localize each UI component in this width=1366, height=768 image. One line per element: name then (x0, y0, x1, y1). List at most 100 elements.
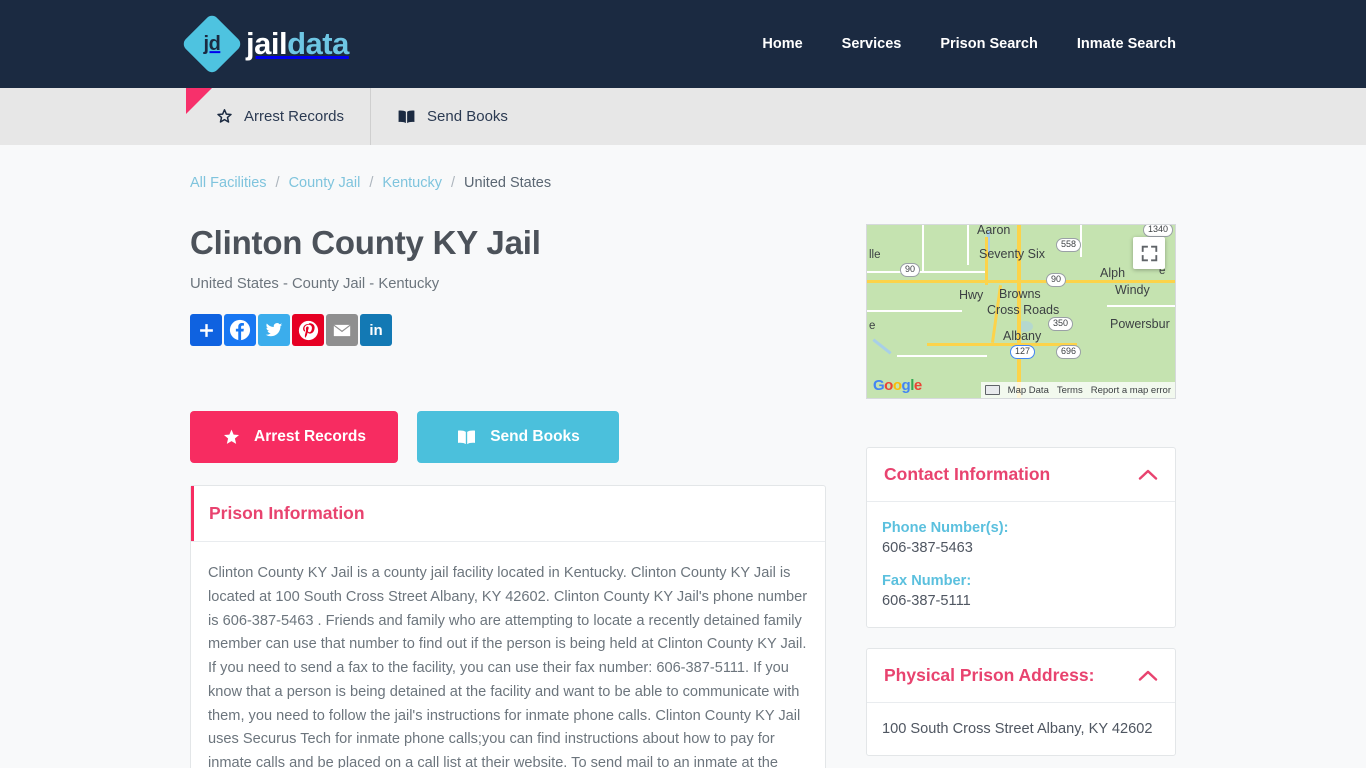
map-route-shield: 696 (1056, 345, 1082, 359)
map-label: Hwy (959, 288, 984, 302)
prison-information-text: Clinton County KY Jail is a county jail … (208, 565, 808, 768)
breadcrumb-item-kentucky[interactable]: Kentucky (382, 175, 442, 191)
breadcrumb-separator: / (369, 175, 374, 191)
jd-diamond-logo-icon: jd (180, 12, 244, 76)
breadcrumb-item-all-facilities[interactable]: All Facilities (190, 175, 267, 191)
prison-information-card: Prison Information Clinton County KY Jai… (190, 485, 826, 768)
subnav-label-send-books: Send Books (427, 108, 508, 125)
brand-mark-text: jd (203, 32, 221, 55)
subnav-item-send-books[interactable]: Send Books (371, 88, 534, 145)
subnav-item-arrest-records[interactable]: Arrest Records (190, 88, 372, 145)
chevron-up-icon[interactable] (1138, 468, 1158, 481)
map-label: Windy (1115, 283, 1150, 297)
keyboard-shortcuts-icon[interactable] (984, 385, 1000, 395)
pinterest-icon (298, 320, 318, 340)
physical-address-value: 100 South Cross Street Albany, KY 42602 (882, 721, 1153, 737)
linkedin-share-icon[interactable]: in (360, 314, 392, 346)
brand-name-second: data (287, 26, 349, 61)
map-road (967, 225, 969, 265)
physical-address-heading: Physical Prison Address: (884, 665, 1095, 685)
breadcrumb-separator: / (451, 175, 456, 191)
star-icon (223, 429, 240, 444)
map-road (1107, 305, 1175, 307)
location-map[interactable]: lle Aaron Seventy Six Hwy Browns Cross R… (866, 224, 1176, 399)
breadcrumb-item-county-jail[interactable]: County Jail (289, 175, 361, 191)
map-road (897, 355, 987, 357)
map-label: Powersbur (1110, 317, 1170, 331)
social-share-bar: in (190, 314, 826, 346)
contact-information-card: Contact Information Phone Number(s): 606… (866, 447, 1176, 628)
map-label: lle (869, 249, 881, 261)
main-navigation: Home Services Prison Search Inmate Searc… (762, 36, 1176, 52)
prison-information-card-header: Prison Information (191, 486, 825, 542)
phone-number-value: 606-387-5463 (882, 540, 973, 556)
nav-item-services[interactable]: Services (842, 36, 902, 52)
map-label: Albany (1003, 329, 1042, 343)
send-books-button[interactable]: Send Books (417, 411, 619, 463)
subnav-label-arrest-records: Arrest Records (244, 108, 345, 125)
sidebar-column: lle Aaron Seventy Six Hwy Browns Cross R… (866, 224, 1176, 768)
map-label: Alph (1100, 266, 1126, 280)
secondary-navigation: Arrest Records Send Books (0, 88, 1366, 145)
nav-item-prison-search[interactable]: Prison Search (940, 36, 1038, 52)
breadcrumb-separator: / (275, 175, 280, 191)
physical-address-card-header[interactable]: Physical Prison Address: (867, 649, 1175, 703)
map-route-shield: 90 (900, 263, 921, 277)
physical-address-card-body: 100 South Cross Street Albany, KY 42602 (867, 703, 1175, 755)
map-label: e (869, 320, 876, 332)
prison-information-heading: Prison Information (209, 503, 365, 523)
content-columns: Clinton County KY Jail United States - C… (190, 224, 1176, 768)
pinterest-share-icon[interactable] (292, 314, 324, 346)
map-road (867, 310, 962, 312)
map-route-shield: 1340 (1143, 225, 1174, 237)
nav-item-inmate-search[interactable]: Inmate Search (1077, 36, 1176, 52)
brand-logo[interactable]: jd jaildata (180, 12, 349, 76)
book-icon (398, 110, 415, 123)
prison-information-card-body: Clinton County KY Jail is a county jail … (191, 542, 825, 768)
brand-wordmark: jaildata (246, 26, 349, 62)
cta-button-group: Arrest Records Send Books (190, 411, 826, 463)
site-header: jd jaildata Home Services Prison Search … (0, 0, 1366, 88)
email-share-icon[interactable] (326, 314, 358, 346)
twitter-share-icon[interactable] (258, 314, 290, 346)
map-footer: Map Data Terms Report a map error (980, 382, 1175, 398)
chevron-up-icon[interactable] (1138, 669, 1158, 682)
map-route-shield: 350 (1048, 317, 1074, 331)
map-highway (985, 237, 988, 285)
map-route-shield: 127 (1010, 345, 1036, 359)
map-label: Cross Roads (987, 303, 1060, 317)
star-icon (217, 109, 232, 123)
expand-corners-icon (1141, 245, 1157, 261)
addthis-share-icon[interactable] (190, 314, 222, 346)
map-route-shield: 90 (1046, 273, 1067, 287)
map-report-error-link[interactable]: Report a map error (1091, 385, 1171, 396)
arrest-records-button-label: Arrest Records (254, 428, 366, 445)
linkedin-glyph: in (369, 321, 383, 339)
breadcrumb-item-united-states: United States (464, 175, 552, 191)
map-label: Seventy Six (979, 247, 1046, 261)
send-books-button-label: Send Books (490, 428, 580, 445)
map-data-link[interactable]: Map Data (1008, 385, 1049, 396)
fullscreen-icon[interactable] (1133, 237, 1165, 269)
nav-item-home[interactable]: Home (762, 36, 802, 52)
envelope-icon (332, 323, 352, 337)
map-label: Aaron (977, 224, 1011, 237)
arrest-records-button[interactable]: Arrest Records (190, 411, 398, 463)
contact-information-card-body: Phone Number(s): 606-387-5463 Fax Number… (867, 502, 1175, 627)
contact-information-card-header[interactable]: Contact Information (867, 448, 1175, 502)
map-road (867, 271, 987, 273)
google-logo: Google (873, 377, 922, 394)
breadcrumb: All Facilities / County Jail / Kentucky … (190, 145, 1176, 191)
page-subtitle: United States - County Jail - Kentucky (190, 276, 440, 292)
contact-information-heading: Contact Information (884, 464, 1051, 484)
facebook-icon (229, 319, 251, 341)
page-title: Clinton County KY Jail (190, 224, 541, 261)
facebook-share-icon[interactable] (224, 314, 256, 346)
physical-address-card: Physical Prison Address: 100 South Cross… (866, 648, 1176, 756)
pink-corner-accent (186, 88, 212, 114)
map-highway (927, 343, 1022, 346)
fax-number-label: Fax Number: (882, 573, 972, 589)
map-terms-link[interactable]: Terms (1057, 385, 1083, 396)
fax-number-value: 606-387-5111 (882, 593, 971, 609)
